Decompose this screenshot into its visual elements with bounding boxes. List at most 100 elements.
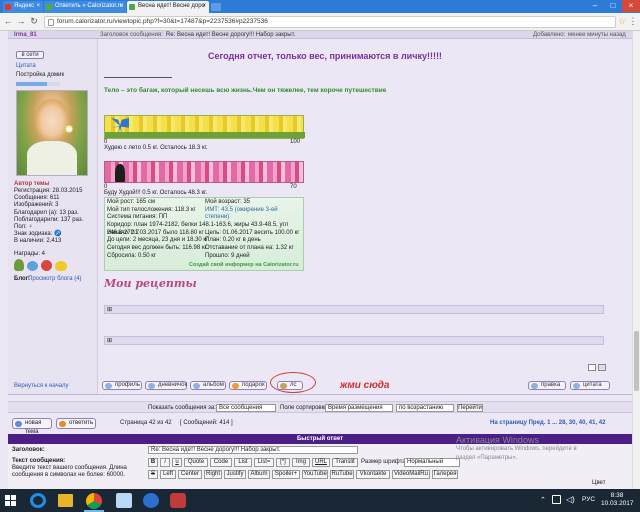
calorizator-favicon-icon: [46, 4, 52, 10]
recipes-title[interactable]: Мои рецепты: [104, 277, 197, 290]
clock-time: 8:38: [610, 492, 624, 499]
font-size-select[interactable]: Нормальный: [404, 458, 460, 467]
file-explorer-icon[interactable]: [58, 494, 73, 507]
subject-input[interactable]: Re: Весна идет! Весне дорогу!!! Набор за…: [148, 446, 358, 454]
post-body: Сегодня отчет, только вес, принимаются в…: [98, 39, 612, 394]
bold-button[interactable]: B: [148, 458, 158, 467]
collapsible-section-1[interactable]: ⊞: [104, 305, 604, 314]
spoiler-button[interactable]: Spoiler+: [272, 470, 300, 479]
scrollbar-thumb[interactable]: [634, 331, 639, 391]
collapsible-section-2[interactable]: ⊞: [104, 336, 604, 345]
menu-icon[interactable]: ⋮: [628, 16, 638, 27]
ordered-list-button[interactable]: List=: [254, 458, 274, 467]
sort-select[interactable]: Время размещения: [325, 404, 393, 412]
gift-button[interactable]: подарок: [229, 381, 267, 390]
scrollbar[interactable]: [632, 31, 640, 489]
windows-taskbar: ⌃ ◁) РУС 8:38 10.03.2017: [0, 489, 640, 512]
maximize-icon[interactable]: □: [604, 0, 622, 12]
strike-button[interactable]: S: [148, 470, 158, 479]
expand-icon[interactable]: ⊞: [107, 337, 112, 344]
quote-button[interactable]: цитата: [570, 381, 610, 390]
url-input[interactable]: forum.calorizator.ru/viewtopic.php?f=30&…: [44, 16, 616, 28]
minimize-icon[interactable]: –: [586, 0, 604, 12]
page-links[interactable]: На страницу Пред. 1 ... 28, 30, 40, 41, …: [490, 420, 605, 426]
chrome-icon[interactable]: [86, 493, 102, 509]
quote-link[interactable]: Цитата: [16, 63, 36, 69]
gift-label: подарок: [242, 382, 265, 388]
profile-button[interactable]: профиль: [102, 381, 142, 390]
informer-cell: Начало: 01.03.2017 было 118.80 кг: [107, 229, 204, 236]
diary-button[interactable]: дневничок: [145, 381, 187, 390]
align-right-button[interactable]: Right: [204, 470, 222, 479]
expand-icon[interactable]: ⊞: [107, 306, 112, 313]
justify-button[interactable]: Justify: [224, 470, 246, 479]
page-info-icon[interactable]: [48, 19, 54, 26]
close-tab-icon[interactable]: ×: [119, 3, 123, 9]
ie-icon[interactable]: [30, 493, 46, 508]
order-select[interactable]: по возрастанию: [396, 404, 454, 412]
volume-icon[interactable]: ◁): [566, 495, 575, 504]
informer-cell: План: 0.20 кг в день: [205, 237, 261, 244]
new-topic-button[interactable]: новая тема: [12, 418, 52, 435]
album-button[interactable]: альбом: [190, 381, 226, 390]
daisy-icon: [65, 125, 73, 133]
italic-button[interactable]: i: [160, 458, 170, 467]
tab-yandex[interactable]: Яндекс ×: [3, 1, 43, 13]
informer-cell: Сбросила: 0.50 кг: [107, 252, 157, 259]
photos-icon[interactable]: [116, 493, 132, 508]
tab-reply[interactable]: Ответить » Calorizator.ru ×: [44, 1, 126, 13]
windows-start-icon[interactable]: [5, 495, 16, 506]
bookmark-star-icon[interactable]: ☆: [617, 16, 627, 27]
list-button[interactable]: List: [234, 458, 252, 467]
rank-bar: [16, 82, 60, 86]
reload-icon[interactable]: ↻: [29, 16, 39, 27]
informer-cell: Отставание от плана на: 1.32 кг: [205, 245, 294, 252]
url-button[interactable]: URL: [312, 458, 330, 467]
align-center-button[interactable]: Center: [178, 470, 202, 479]
back-arrow-icon[interactable]: ←: [3, 16, 13, 27]
tab-active-topic[interactable]: Весна идет! Весне доро ×: [127, 1, 209, 13]
online-button[interactable]: в сети: [16, 51, 44, 59]
back-to-top-link[interactable]: Вернуться к началу: [14, 383, 69, 389]
align-left-button[interactable]: Left: [160, 470, 176, 479]
show-select-value: Все сообщения: [219, 405, 263, 411]
close-tab-icon[interactable]: ×: [36, 3, 40, 9]
edit-button[interactable]: правка: [528, 381, 566, 390]
weight-ticker-1: [104, 115, 305, 139]
award-plant-icon: [14, 259, 24, 271]
translit-button[interactable]: Translit: [332, 458, 358, 467]
app-icon[interactable]: [143, 493, 159, 508]
forward-arrow-icon[interactable]: →: [16, 16, 26, 27]
vkontakte-button[interactable]: Vkontakte: [356, 470, 390, 479]
new-tab-button[interactable]: [211, 3, 221, 11]
image-button[interactable]: Img: [292, 458, 310, 467]
underline-button[interactable]: u: [172, 458, 182, 467]
blog-link[interactable]: Просмотр блога (4): [28, 276, 82, 282]
quote-format-button[interactable]: Quote: [184, 458, 208, 467]
youtube-button[interactable]: YouTube: [302, 470, 328, 479]
rutube-button[interactable]: RuTube: [330, 470, 354, 479]
gallery-button[interactable]: Галерея: [432, 470, 458, 479]
post-author[interactable]: Irma_81: [14, 32, 37, 38]
post-headline: Сегодня отчет, только вес, принимаются в…: [208, 51, 442, 61]
informer-cell: Цель: 01.06.2017 весить 100.00 кг: [205, 229, 300, 236]
report-icon[interactable]: [588, 364, 596, 371]
close-tab-icon[interactable]: ×: [202, 3, 206, 9]
language-indicator[interactable]: РУС: [582, 496, 595, 503]
show-select[interactable]: Все сообщения: [216, 404, 276, 412]
network-icon[interactable]: [552, 495, 561, 504]
post-subject: Re: Весна идет! Весне дорогу!!! Набор за…: [166, 32, 296, 38]
tray-up-arrow-icon[interactable]: ⌃: [540, 496, 546, 504]
clock[interactable]: 8:38 10.03.2017: [601, 492, 634, 508]
go-button[interactable]: Перейти: [457, 404, 483, 412]
list-item-button[interactable]: [*]: [276, 458, 290, 467]
media-player-icon[interactable]: [170, 493, 186, 508]
videomailru-button[interactable]: VideoMailRu: [392, 470, 430, 479]
code-button[interactable]: Code: [210, 458, 232, 467]
info-icon[interactable]: [598, 364, 606, 371]
album-insert-button[interactable]: Album: [248, 470, 270, 479]
message-field-label: Текст сообщения:: [12, 458, 66, 464]
reply-button[interactable]: ответить: [56, 418, 96, 429]
close-window-icon[interactable]: ×: [622, 0, 640, 12]
informer-footer-link[interactable]: Создай свой информер на Calorizator.ru: [189, 262, 299, 268]
